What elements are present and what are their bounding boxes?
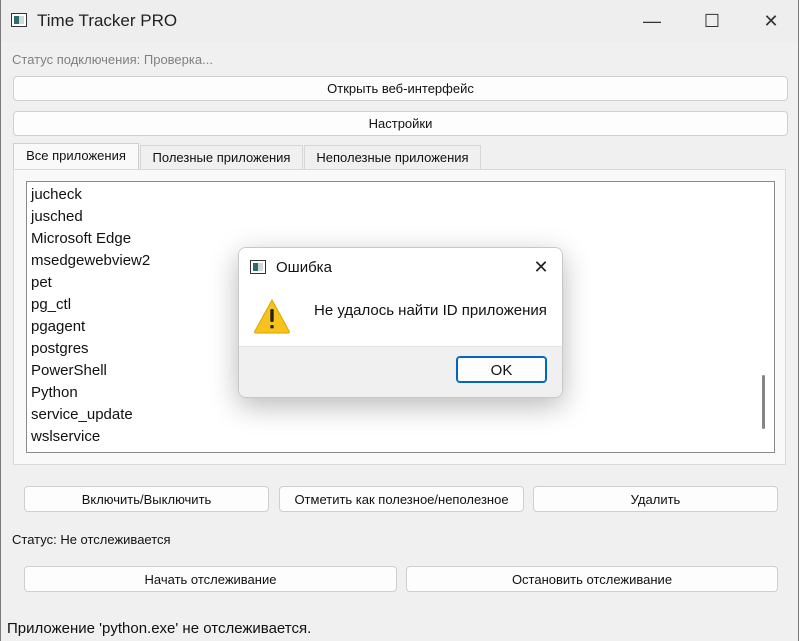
app-icon: [250, 260, 266, 274]
maximize-icon[interactable]: ☐: [697, 8, 727, 34]
error-dialog: Ошибка ✕ Не удалось найти ID приложения …: [238, 247, 563, 398]
close-icon[interactable]: ✕: [756, 8, 786, 34]
stop-tracking-button[interactable]: Остановить отслеживание: [406, 566, 778, 592]
title-bar[interactable]: Time Tracker PRO — ☐ ✕: [1, 0, 798, 42]
dialog-body: Не удалось найти ID приложения: [239, 286, 562, 346]
close-icon[interactable]: ✕: [527, 254, 555, 280]
list-item[interactable]: wslservice: [31, 428, 100, 445]
list-item[interactable]: postgres: [31, 340, 89, 357]
list-item[interactable]: jusched: [31, 208, 83, 225]
scroll-thumb[interactable]: [762, 375, 765, 429]
list-item[interactable]: msedgewebview2: [31, 252, 150, 269]
dialog-title: Ошибка: [276, 259, 332, 276]
dialog-footer: OK: [239, 346, 562, 397]
dialog-title-bar[interactable]: Ошибка ✕: [239, 248, 562, 286]
mark-useful-button[interactable]: Отметить как полезное/неполезное: [279, 486, 524, 512]
list-item[interactable]: jucheck: [31, 186, 82, 203]
delete-button[interactable]: Удалить: [533, 486, 778, 512]
list-item[interactable]: pg_ctl: [31, 296, 71, 313]
settings-button[interactable]: Настройки: [13, 111, 788, 136]
list-item[interactable]: service_update: [31, 406, 133, 423]
tracking-status: Статус: Не отслеживается: [12, 532, 171, 547]
window-title: Time Tracker PRO: [37, 11, 178, 30]
toggle-button[interactable]: Включить/Выключить: [24, 486, 269, 512]
list-item[interactable]: pet: [31, 274, 52, 291]
start-tracking-button[interactable]: Начать отслеживание: [24, 566, 397, 592]
warning-icon: [254, 298, 290, 334]
ok-button[interactable]: OK: [456, 356, 547, 383]
minimize-icon[interactable]: —: [637, 8, 667, 34]
tab-all-apps[interactable]: Все приложения: [13, 143, 139, 170]
tab-useless-apps[interactable]: Неполезные приложения: [304, 145, 481, 169]
list-item[interactable]: Microsoft Edge: [31, 230, 131, 247]
status-bar-message: Приложение 'python.exe' не отслеживается…: [7, 620, 312, 637]
app-icon: [11, 13, 27, 27]
list-item[interactable]: pgagent: [31, 318, 85, 335]
list-item[interactable]: PowerShell: [31, 362, 107, 379]
tab-useful-apps[interactable]: Полезные приложения: [140, 145, 303, 169]
open-web-interface-button[interactable]: Открыть веб-интерфейс: [13, 76, 788, 101]
list-item[interactable]: Python: [31, 384, 78, 401]
connection-status: Статус подключения: Проверка...: [12, 52, 213, 67]
dialog-message: Не удалось найти ID приложения: [314, 302, 547, 319]
list-scrollbar[interactable]: [754, 182, 774, 452]
